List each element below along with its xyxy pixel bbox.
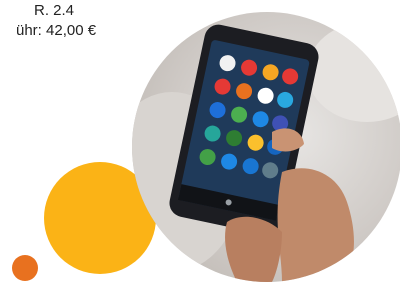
phone-illustration (132, 22, 400, 282)
smartphone-photo (132, 12, 400, 282)
caption-line-1: R. 2.4 (34, 2, 75, 19)
orange-dot-decoration (12, 255, 38, 281)
caption-line-2: ühr: 42,00 € (16, 22, 97, 39)
